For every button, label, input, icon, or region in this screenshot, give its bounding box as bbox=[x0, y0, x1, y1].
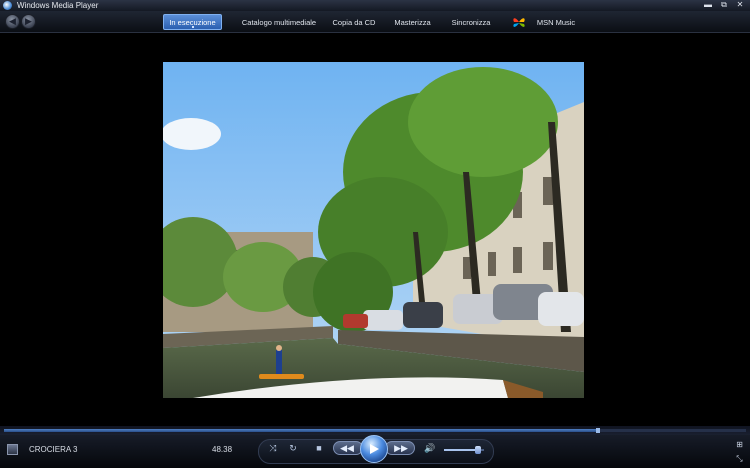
track-title: CROCIERA 3 bbox=[29, 445, 78, 454]
repeat-icon[interactable]: ↻ bbox=[286, 441, 300, 455]
fullscreen-icon[interactable]: ⤡ bbox=[735, 454, 744, 463]
seek-track[interactable] bbox=[4, 428, 746, 433]
video-frame[interactable] bbox=[163, 62, 584, 398]
tab-sincronizza[interactable]: Sincronizza bbox=[446, 14, 496, 30]
next-icon: ▶▶ bbox=[394, 442, 408, 453]
volume-speaker-icon[interactable]: 🔊 bbox=[423, 441, 437, 455]
restore-button[interactable]: ⧉ bbox=[716, 0, 732, 10]
media-info-icon[interactable] bbox=[7, 444, 18, 455]
window-title: Windows Media Player bbox=[17, 1, 99, 10]
title-bar: Windows Media Player ▬ ⧉ ✕ bbox=[0, 0, 750, 11]
minimize-button[interactable]: ▬ bbox=[700, 0, 716, 10]
shuffle-icon[interactable]: ⤨ bbox=[266, 441, 280, 455]
tab-copia-da-cd[interactable]: Copia da CD bbox=[328, 14, 380, 30]
play-icon bbox=[370, 444, 379, 454]
nav-arrows: ◀ ▶ bbox=[5, 14, 37, 29]
navigation-bar: ◀ ▶ In esecuzione Catalogo multimediale … bbox=[0, 11, 750, 33]
tab-msn-music[interactable]: MSN Music bbox=[535, 14, 577, 30]
volume-level bbox=[444, 449, 478, 451]
window-controls: ▬ ⧉ ✕ bbox=[700, 0, 748, 10]
video-area[interactable] bbox=[0, 34, 750, 426]
close-button[interactable]: ✕ bbox=[732, 0, 748, 10]
switch-to-compact-icon[interactable]: ⊞ bbox=[735, 440, 744, 449]
play-button[interactable] bbox=[360, 435, 388, 463]
stop-icon[interactable]: ■ bbox=[312, 441, 326, 455]
seek-bar[interactable] bbox=[0, 426, 750, 435]
tab-catalogo-multimediale[interactable]: Catalogo multimediale bbox=[236, 14, 322, 30]
volume-slider[interactable] bbox=[444, 446, 484, 454]
msn-butterfly-icon bbox=[513, 18, 525, 27]
back-arrow-icon[interactable]: ◀ bbox=[5, 14, 20, 29]
media-player-logo-icon bbox=[3, 1, 12, 10]
volume-thumb[interactable] bbox=[475, 446, 481, 454]
video-scene bbox=[163, 62, 584, 398]
forward-arrow-icon[interactable]: ▶ bbox=[21, 14, 36, 29]
tab-in-esecuzione[interactable]: In esecuzione bbox=[163, 14, 222, 30]
seek-thumb[interactable] bbox=[595, 428, 600, 433]
elapsed-time: 48.38 bbox=[212, 445, 233, 454]
tab-masterizza[interactable]: Masterizza bbox=[390, 14, 435, 30]
seek-progress bbox=[4, 429, 598, 432]
previous-icon: ◀◀ bbox=[340, 442, 354, 453]
